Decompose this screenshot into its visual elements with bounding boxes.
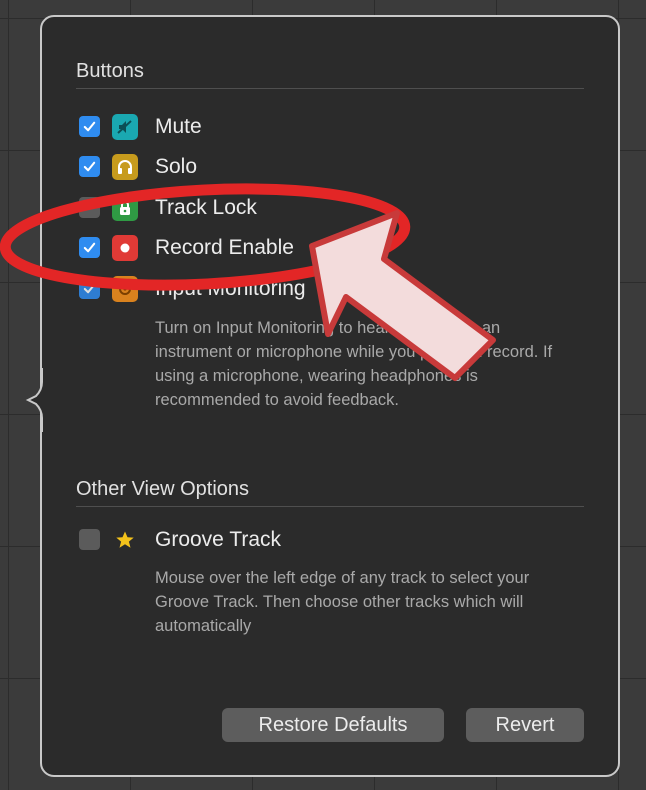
section-title-other-view-options: Other View Options [76,478,250,500]
input-monitoring-description: Turn on Input Monitoring to hear sound f… [155,319,553,409]
section-divider [76,88,584,89]
section-divider [76,506,584,507]
record-enable-label: Record Enable [155,236,294,259]
headphones-icon [112,154,138,180]
checkmark-icon [83,121,96,132]
input-monitoring-checkbox[interactable] [79,278,100,299]
lock-icon [112,195,138,221]
solo-checkbox[interactable] [79,156,100,177]
checkmark-icon [83,242,96,253]
input-monitoring-icon [112,276,138,302]
input-monitoring-label: Input Monitoring [155,277,306,300]
revert-button[interactable]: Revert [466,708,584,742]
groove-track-checkbox[interactable] [79,529,100,550]
star-icon [112,527,138,553]
track-lock-checkbox[interactable] [79,197,100,218]
popover-pointer [25,368,55,432]
restore-defaults-button[interactable]: Restore Defaults [222,708,444,742]
record-icon [112,235,138,261]
solo-label: Solo [155,155,198,178]
track-lock-label: Track Lock [155,196,257,219]
mute-checkbox[interactable] [79,116,100,137]
groove-track-description: Mouse over the left edge of any track to… [155,569,530,635]
checkmark-icon [83,161,96,172]
mute-icon [112,114,138,140]
mute-label: Mute [155,115,202,138]
record-enable-checkbox[interactable] [79,237,100,258]
section-title-buttons: Buttons [76,60,144,82]
groove-track-label: Groove Track [155,528,282,551]
checkmark-icon [83,283,96,294]
